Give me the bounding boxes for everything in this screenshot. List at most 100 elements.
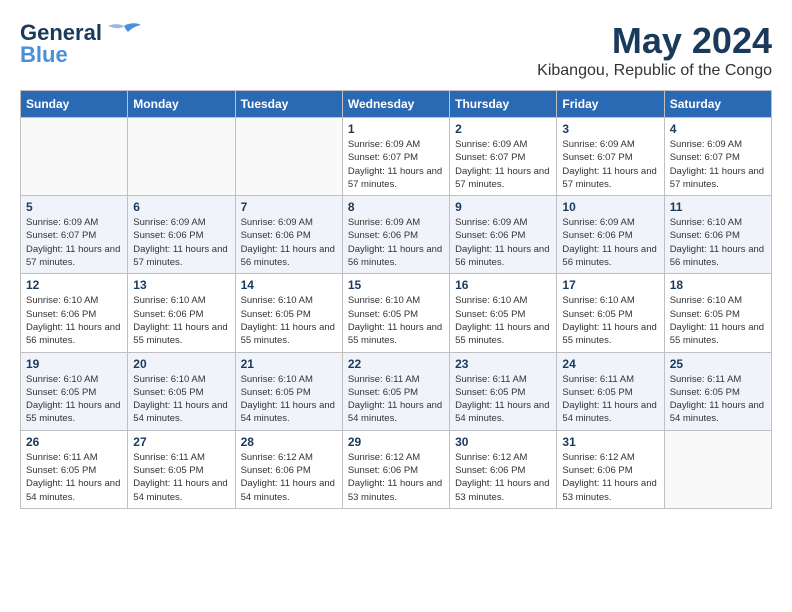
month-year: May 2024	[537, 20, 772, 62]
day-info: Sunrise: 6:10 AM Sunset: 6:05 PM Dayligh…	[241, 294, 337, 347]
day-number: 11	[670, 200, 766, 214]
day-info: Sunrise: 6:11 AM Sunset: 6:05 PM Dayligh…	[455, 373, 551, 426]
day-info: Sunrise: 6:09 AM Sunset: 6:06 PM Dayligh…	[455, 216, 551, 269]
calendar-cell: 17Sunrise: 6:10 AM Sunset: 6:05 PM Dayli…	[557, 274, 664, 352]
weekday-header-sunday: Sunday	[21, 91, 128, 118]
calendar-header-row: SundayMondayTuesdayWednesdayThursdayFrid…	[21, 91, 772, 118]
logo: General Blue	[20, 20, 142, 68]
day-info: Sunrise: 6:10 AM Sunset: 6:06 PM Dayligh…	[133, 294, 229, 347]
weekday-header-monday: Monday	[128, 91, 235, 118]
calendar-cell: 10 Sunrise: 6:09 AM Sunset: 6:06 PM Dayli…	[557, 196, 664, 274]
calendar-week-4: 19 Sunrise: 6:10 AM Sunset: 6:05 PM Dayli…	[21, 352, 772, 430]
day-info: Sunrise: 6:12 AM Sunset: 6:06 PM Dayligh…	[562, 451, 658, 504]
calendar-cell	[21, 118, 128, 196]
day-number: 12	[26, 278, 122, 292]
title-section: May 2024 Kibangou, Republic of the Congo	[537, 20, 772, 80]
calendar-cell	[664, 430, 771, 508]
day-info: Sunrise: 6:12 AM Sunset: 6:06 PM Dayligh…	[348, 451, 444, 504]
day-info: Sunrise: 6:11 AM Sunset: 6:05 PM Dayligh…	[562, 373, 658, 426]
day-number: 8	[348, 200, 444, 214]
day-info: Sunrise: 6:09 AM Sunset: 6:07 PM Dayligh…	[670, 138, 766, 191]
calendar-cell: 19 Sunrise: 6:10 AM Sunset: 6:05 PM Dayli…	[21, 352, 128, 430]
calendar-cell: 7 Sunrise: 6:09 AM Sunset: 6:06 PM Daylig…	[235, 196, 342, 274]
day-info: Sunrise: 6:10 AM Sunset: 6:05 PM Dayligh…	[26, 373, 122, 426]
calendar-cell: 3Sunrise: 6:09 AM Sunset: 6:07 PM Daylig…	[557, 118, 664, 196]
day-number: 9	[455, 200, 551, 214]
calendar-cell: 20Sunrise: 6:10 AM Sunset: 6:05 PM Dayli…	[128, 352, 235, 430]
day-number: 5	[26, 200, 122, 214]
day-number: 10	[562, 200, 658, 214]
day-number: 1	[348, 122, 444, 136]
weekday-header-tuesday: Tuesday	[235, 91, 342, 118]
calendar-cell	[128, 118, 235, 196]
calendar-cell: 13 Sunrise: 6:10 AM Sunset: 6:06 PM Dayli…	[128, 274, 235, 352]
calendar-cell: 16 Sunrise: 6:10 AM Sunset: 6:05 PM Dayli…	[450, 274, 557, 352]
logo-bird-icon	[106, 22, 142, 44]
day-info: Sunrise: 6:09 AM Sunset: 6:07 PM Dayligh…	[562, 138, 658, 191]
day-number: 6	[133, 200, 229, 214]
calendar-cell: 8 Sunrise: 6:09 AM Sunset: 6:06 PM Daylig…	[342, 196, 449, 274]
calendar-cell: 30 Sunrise: 6:12 AM Sunset: 6:06 PM Dayli…	[450, 430, 557, 508]
day-info: Sunrise: 6:09 AM Sunset: 6:06 PM Dayligh…	[562, 216, 658, 269]
calendar-cell: 6 Sunrise: 6:09 AM Sunset: 6:06 PM Daylig…	[128, 196, 235, 274]
calendar-week-3: 12 Sunrise: 6:10 AM Sunset: 6:06 PM Dayli…	[21, 274, 772, 352]
calendar-cell: 23 Sunrise: 6:11 AM Sunset: 6:05 PM Dayli…	[450, 352, 557, 430]
day-info: Sunrise: 6:11 AM Sunset: 6:05 PM Dayligh…	[26, 451, 122, 504]
day-number: 16	[455, 278, 551, 292]
weekday-header-wednesday: Wednesday	[342, 91, 449, 118]
calendar-cell: 21 Sunrise: 6:10 AM Sunset: 6:05 PM Dayli…	[235, 352, 342, 430]
day-info: Sunrise: 6:09 AM Sunset: 6:06 PM Dayligh…	[348, 216, 444, 269]
calendar-cell: 31 Sunrise: 6:12 AM Sunset: 6:06 PM Dayli…	[557, 430, 664, 508]
day-number: 23	[455, 357, 551, 371]
calendar-cell: 1 Sunrise: 6:09 AM Sunset: 6:07 PM Daylig…	[342, 118, 449, 196]
day-number: 15	[348, 278, 444, 292]
calendar: SundayMondayTuesdayWednesdayThursdayFrid…	[20, 90, 772, 509]
calendar-week-5: 26 Sunrise: 6:11 AM Sunset: 6:05 PM Dayli…	[21, 430, 772, 508]
header: General Blue May 2024 Kibangou, Republic…	[20, 20, 772, 80]
day-info: Sunrise: 6:09 AM Sunset: 6:07 PM Dayligh…	[26, 216, 122, 269]
day-number: 26	[26, 435, 122, 449]
day-number: 30	[455, 435, 551, 449]
day-info: Sunrise: 6:10 AM Sunset: 6:05 PM Dayligh…	[241, 373, 337, 426]
calendar-cell: 5 Sunrise: 6:09 AM Sunset: 6:07 PM Daylig…	[21, 196, 128, 274]
day-info: Sunrise: 6:09 AM Sunset: 6:06 PM Dayligh…	[133, 216, 229, 269]
day-info: Sunrise: 6:09 AM Sunset: 6:07 PM Dayligh…	[348, 138, 444, 191]
day-info: Sunrise: 6:10 AM Sunset: 6:06 PM Dayligh…	[26, 294, 122, 347]
calendar-cell	[235, 118, 342, 196]
logo-blue: Blue	[20, 42, 68, 68]
day-info: Sunrise: 6:11 AM Sunset: 6:05 PM Dayligh…	[670, 373, 766, 426]
calendar-cell: 25Sunrise: 6:11 AM Sunset: 6:05 PM Dayli…	[664, 352, 771, 430]
day-info: Sunrise: 6:10 AM Sunset: 6:05 PM Dayligh…	[348, 294, 444, 347]
calendar-week-2: 5 Sunrise: 6:09 AM Sunset: 6:07 PM Daylig…	[21, 196, 772, 274]
weekday-header-thursday: Thursday	[450, 91, 557, 118]
day-number: 19	[26, 357, 122, 371]
calendar-cell: 4Sunrise: 6:09 AM Sunset: 6:07 PM Daylig…	[664, 118, 771, 196]
calendar-cell: 18 Sunrise: 6:10 AM Sunset: 6:05 PM Dayli…	[664, 274, 771, 352]
day-number: 2	[455, 122, 551, 136]
day-info: Sunrise: 6:10 AM Sunset: 6:05 PM Dayligh…	[455, 294, 551, 347]
day-number: 22	[348, 357, 444, 371]
day-number: 7	[241, 200, 337, 214]
day-info: Sunrise: 6:11 AM Sunset: 6:05 PM Dayligh…	[133, 451, 229, 504]
day-info: Sunrise: 6:10 AM Sunset: 6:06 PM Dayligh…	[670, 216, 766, 269]
calendar-cell: 24 Sunrise: 6:11 AM Sunset: 6:05 PM Dayli…	[557, 352, 664, 430]
calendar-cell: 29 Sunrise: 6:12 AM Sunset: 6:06 PM Dayli…	[342, 430, 449, 508]
weekday-header-saturday: Saturday	[664, 91, 771, 118]
calendar-cell: 26 Sunrise: 6:11 AM Sunset: 6:05 PM Dayli…	[21, 430, 128, 508]
location: Kibangou, Republic of the Congo	[537, 62, 772, 80]
day-info: Sunrise: 6:10 AM Sunset: 6:05 PM Dayligh…	[670, 294, 766, 347]
day-number: 20	[133, 357, 229, 371]
day-number: 29	[348, 435, 444, 449]
day-number: 13	[133, 278, 229, 292]
day-number: 21	[241, 357, 337, 371]
day-number: 18	[670, 278, 766, 292]
day-info: Sunrise: 6:12 AM Sunset: 6:06 PM Dayligh…	[455, 451, 551, 504]
day-number: 24	[562, 357, 658, 371]
day-info: Sunrise: 6:09 AM Sunset: 6:06 PM Dayligh…	[241, 216, 337, 269]
calendar-cell: 22 Sunrise: 6:11 AM Sunset: 6:05 PM Dayli…	[342, 352, 449, 430]
calendar-week-1: 1 Sunrise: 6:09 AM Sunset: 6:07 PM Daylig…	[21, 118, 772, 196]
calendar-cell: 11 Sunrise: 6:10 AM Sunset: 6:06 PM Dayli…	[664, 196, 771, 274]
day-info: Sunrise: 6:11 AM Sunset: 6:05 PM Dayligh…	[348, 373, 444, 426]
day-number: 31	[562, 435, 658, 449]
calendar-cell: 9 Sunrise: 6:09 AM Sunset: 6:06 PM Daylig…	[450, 196, 557, 274]
